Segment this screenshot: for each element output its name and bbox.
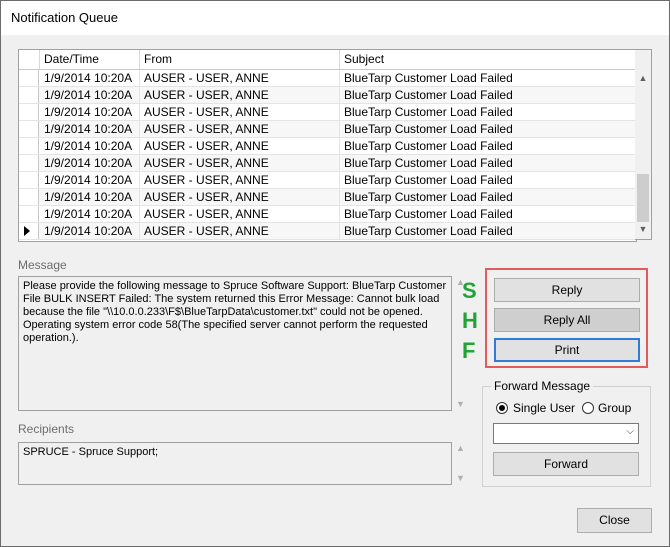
- datetime-cell[interactable]: 1/9/2014 10:20A: [40, 206, 140, 222]
- scroll-down-icon[interactable]: ▼: [635, 221, 651, 237]
- notification-queue-window: Notification Queue Date/Time From Subjec…: [0, 0, 670, 547]
- close-button[interactable]: Close: [577, 508, 652, 533]
- hotkey-reply-all: H: [462, 308, 478, 333]
- subject-cell[interactable]: BlueTarp Customer Load Failed: [340, 155, 636, 171]
- message-text[interactable]: Please provide the following message to …: [18, 276, 452, 411]
- forward-button[interactable]: Forward: [493, 452, 639, 476]
- group-label[interactable]: Group: [598, 401, 631, 415]
- datetime-cell[interactable]: 1/9/2014 10:20A: [40, 70, 140, 86]
- row-selector[interactable]: [19, 155, 39, 171]
- hotkey-print: F: [462, 338, 476, 363]
- row-selector[interactable]: [19, 172, 39, 188]
- row-selector[interactable]: [19, 70, 39, 86]
- subject-cell[interactable]: BlueTarp Customer Load Failed: [340, 121, 636, 137]
- datetime-cell[interactable]: 1/9/2014 10:20A: [40, 172, 140, 188]
- row-selector[interactable]: [19, 121, 39, 137]
- grid-scrollbar[interactable]: ▲ ▼: [635, 49, 652, 240]
- subject-cell[interactable]: BlueTarp Customer Load Failed: [340, 87, 636, 103]
- table-row[interactable]: 1/9/2014 10:20A AUSER - USER, ANNE BlueTar…: [19, 104, 636, 121]
- table-row[interactable]: 1/9/2014 10:20A AUSER - USER, ANNE BlueTar…: [19, 87, 636, 104]
- from-cell[interactable]: AUSER - USER, ANNE: [140, 70, 340, 86]
- single-user-label[interactable]: Single User: [513, 401, 575, 415]
- row-selector[interactable]: [19, 104, 39, 120]
- from-cell[interactable]: AUSER - USER, ANNE: [140, 87, 340, 103]
- title-bar: Notification Queue: [1, 1, 669, 35]
- from-cell[interactable]: AUSER - USER, ANNE: [140, 155, 340, 171]
- from-cell[interactable]: AUSER - USER, ANNE: [140, 206, 340, 222]
- row-selector[interactable]: [19, 138, 39, 154]
- table-row[interactable]: 1/9/2014 10:20A AUSER - USER, ANNE BlueTar…: [19, 189, 636, 206]
- row-selector[interactable]: [19, 206, 39, 222]
- scroll-up-icon[interactable]: ▲: [635, 70, 651, 86]
- datetime-cell[interactable]: 1/9/2014 10:20A: [40, 87, 140, 103]
- from-cell[interactable]: AUSER - USER, ANNE: [140, 121, 340, 137]
- forward-recipient-select[interactable]: ⌵: [493, 423, 639, 444]
- subject-cell[interactable]: BlueTarp Customer Load Failed: [340, 138, 636, 154]
- grid-header: Date/Time From Subject: [19, 50, 636, 70]
- window-title: Notification Queue: [11, 10, 118, 25]
- table-row[interactable]: 1/9/2014 10:20A AUSER - USER, ANNE BlueTar…: [19, 223, 636, 240]
- subject-cell[interactable]: BlueTarp Customer Load Failed: [340, 104, 636, 120]
- message-scroll-down-icon[interactable]: ▼: [456, 399, 465, 409]
- from-cell[interactable]: AUSER - USER, ANNE: [140, 223, 340, 239]
- from-cell[interactable]: AUSER - USER, ANNE: [140, 104, 340, 120]
- subject-cell[interactable]: BlueTarp Customer Load Failed: [340, 206, 636, 222]
- row-selector[interactable]: [19, 223, 39, 239]
- table-row[interactable]: 1/9/2014 10:20A AUSER - USER, ANNE BlueTar…: [19, 121, 636, 138]
- recipients-scroll-up-icon[interactable]: ▲: [456, 443, 465, 453]
- single-user-radio[interactable]: [496, 402, 508, 414]
- subject-cell[interactable]: BlueTarp Customer Load Failed: [340, 172, 636, 188]
- subject-cell[interactable]: BlueTarp Customer Load Failed: [340, 189, 636, 205]
- datetime-cell[interactable]: 1/9/2014 10:20A: [40, 104, 140, 120]
- reply-button[interactable]: Reply: [494, 278, 640, 302]
- table-row[interactable]: 1/9/2014 10:20A AUSER - USER, ANNE BlueTar…: [19, 172, 636, 189]
- scroll-thumb[interactable]: [637, 174, 649, 222]
- row-selector[interactable]: [19, 189, 39, 205]
- row-selector-header: [19, 50, 40, 69]
- chevron-down-icon[interactable]: ⌵: [626, 426, 634, 437]
- column-header-datetime[interactable]: Date/Time: [40, 50, 140, 69]
- from-cell[interactable]: AUSER - USER, ANNE: [140, 172, 340, 188]
- table-row[interactable]: 1/9/2014 10:20A AUSER - USER, ANNE BlueTar…: [19, 138, 636, 155]
- datetime-cell[interactable]: 1/9/2014 10:20A: [40, 138, 140, 154]
- from-cell[interactable]: AUSER - USER, ANNE: [140, 138, 340, 154]
- table-row[interactable]: 1/9/2014 10:20A AUSER - USER, ANNE BlueTar…: [19, 206, 636, 223]
- arrow-right-icon: [24, 226, 30, 236]
- row-selector[interactable]: [19, 87, 39, 103]
- subject-cell[interactable]: BlueTarp Customer Load Failed: [340, 223, 636, 239]
- table-row[interactable]: 1/9/2014 10:20A AUSER - USER, ANNE BlueTar…: [19, 155, 636, 172]
- forward-message-title: Forward Message: [491, 379, 594, 393]
- datetime-cell[interactable]: 1/9/2014 10:20A: [40, 189, 140, 205]
- notification-grid[interactable]: Date/Time From Subject 1/9/2014 10:20A AU…: [18, 49, 637, 242]
- recipients-text[interactable]: SPRUCE - Spruce Support;: [18, 442, 452, 485]
- recipients-scroll-down-icon[interactable]: ▼: [456, 473, 465, 483]
- datetime-cell[interactable]: 1/9/2014 10:20A: [40, 223, 140, 239]
- datetime-cell[interactable]: 1/9/2014 10:20A: [40, 155, 140, 171]
- datetime-cell[interactable]: 1/9/2014 10:20A: [40, 121, 140, 137]
- recipients-label: Recipients: [18, 422, 75, 436]
- subject-cell[interactable]: BlueTarp Customer Load Failed: [340, 70, 636, 86]
- from-cell[interactable]: AUSER - USER, ANNE: [140, 189, 340, 205]
- table-row[interactable]: 1/9/2014 10:20A AUSER - USER, ANNE BlueTar…: [19, 70, 636, 87]
- group-radio[interactable]: [582, 402, 594, 414]
- reply-all-button[interactable]: Reply All: [494, 308, 640, 332]
- print-button[interactable]: Print: [494, 338, 640, 362]
- message-label: Message: [18, 258, 67, 272]
- column-header-from[interactable]: From: [140, 50, 340, 69]
- column-header-subject[interactable]: Subject: [340, 50, 636, 69]
- hotkey-reply: S: [462, 278, 477, 303]
